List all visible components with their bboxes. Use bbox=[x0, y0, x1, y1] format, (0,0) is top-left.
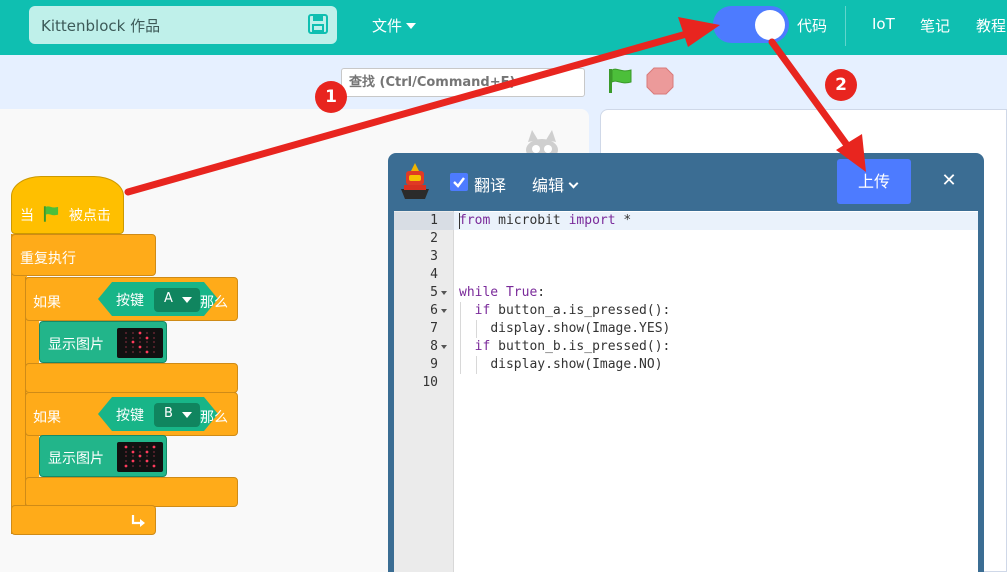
code-line: if button_a.is_pressed(): bbox=[474, 303, 671, 318]
forever-block-end bbox=[11, 505, 156, 535]
edit-menu-label: 编辑 bbox=[532, 176, 565, 195]
forever-block[interactable]: 重复执行 bbox=[11, 234, 156, 276]
green-flag-icon[interactable] bbox=[607, 67, 633, 95]
topbar-divider bbox=[845, 6, 846, 46]
translate-checkbox[interactable] bbox=[450, 173, 468, 191]
hat-prefix: 当 bbox=[20, 208, 34, 224]
search-input[interactable] bbox=[341, 68, 585, 97]
edit-menu[interactable]: 编辑 bbox=[532, 172, 579, 196]
line-number: 7 bbox=[430, 321, 438, 336]
toggle-knob bbox=[755, 10, 785, 40]
text-cursor bbox=[459, 213, 460, 229]
when-flag-clicked-block[interactable]: 当 被点击 bbox=[11, 176, 124, 234]
app-root: Kittenblock 作品 文件 代码 IoT 笔记 教程 查找 (Ctrl/… bbox=[0, 0, 1007, 572]
project-title-input[interactable]: Kittenblock 作品 bbox=[41, 15, 160, 36]
fold-arrow-icon[interactable] bbox=[441, 309, 447, 313]
caret-down-icon bbox=[182, 412, 192, 418]
line-number: 4 bbox=[430, 267, 438, 282]
sensor-label: 按键 bbox=[116, 408, 144, 424]
nav-iot[interactable]: IoT bbox=[872, 15, 895, 33]
code-mode-toggle[interactable] bbox=[713, 6, 789, 43]
step-badge-2: 2 bbox=[825, 69, 857, 101]
close-icon[interactable]: ✕ bbox=[936, 168, 962, 194]
code-text-area[interactable]: 1 2 3 4 5 6 7 8 9 10 from microbit impor… bbox=[394, 211, 978, 572]
file-menu[interactable]: 文件 bbox=[372, 15, 417, 36]
save-icon[interactable] bbox=[308, 14, 328, 34]
line-number: 9 bbox=[430, 357, 438, 372]
stop-icon[interactable] bbox=[646, 67, 674, 95]
chevron-down-icon bbox=[568, 178, 579, 189]
translate-label[interactable]: 翻译 bbox=[474, 172, 506, 196]
if-block-a[interactable]: 如果 按键 A 那么 bbox=[25, 277, 238, 321]
forever-label: 重复执行 bbox=[20, 251, 76, 267]
then-label: 那么 bbox=[200, 295, 228, 311]
code-line: display.show(Image.NO) bbox=[490, 357, 663, 372]
dropdown-value: A bbox=[164, 291, 173, 306]
upload-button[interactable]: 上传 bbox=[837, 159, 911, 204]
line-number: 2 bbox=[430, 231, 438, 246]
green-flag-icon bbox=[44, 206, 59, 222]
top-bar: Kittenblock 作品 文件 代码 IoT 笔记 教程 bbox=[0, 0, 1007, 55]
code-line: if button_b.is_pressed(): bbox=[474, 339, 671, 354]
line-number: 10 bbox=[422, 375, 438, 390]
show-image-block-b[interactable]: 显示图片 bbox=[39, 435, 167, 477]
show-image-label: 显示图片 bbox=[48, 337, 104, 353]
line-number: 1 bbox=[430, 213, 438, 228]
led-matrix-icon[interactable] bbox=[117, 328, 163, 358]
fold-arrow-icon[interactable] bbox=[441, 345, 447, 349]
hat-block-label: 当 被点击 bbox=[20, 205, 111, 225]
robot-logo-icon bbox=[401, 163, 429, 199]
if-block-b[interactable]: 如果 按键 B 那么 bbox=[25, 392, 238, 436]
step-badge-1: 1 bbox=[315, 81, 347, 113]
fold-arrow-icon[interactable] bbox=[441, 291, 447, 295]
code-toggle-label[interactable]: 代码 bbox=[797, 15, 827, 36]
show-image-block-a[interactable]: 显示图片 bbox=[39, 321, 167, 363]
button-dropdown[interactable]: A bbox=[154, 288, 200, 312]
hat-suffix: 被点击 bbox=[68, 208, 111, 224]
code-line: while True: bbox=[459, 285, 546, 300]
project-title-box[interactable]: Kittenblock 作品 bbox=[29, 6, 337, 44]
caret-down-icon bbox=[406, 23, 417, 29]
code-editor-window: 翻译 编辑 上传 ✕ 1 2 3 4 5 6 7 8 9 10 from mic… bbox=[388, 153, 984, 572]
caret-down-icon bbox=[182, 297, 192, 303]
editor-header: 翻译 编辑 上传 ✕ bbox=[388, 153, 984, 209]
code-line: display.show(Image.YES) bbox=[490, 321, 671, 336]
nav-tutorials[interactable]: 教程 bbox=[976, 15, 1006, 36]
line-number: 3 bbox=[430, 249, 438, 264]
show-image-label: 显示图片 bbox=[48, 451, 104, 467]
dropdown-value: B bbox=[164, 406, 173, 421]
if-label: 如果 bbox=[33, 295, 61, 311]
line-number: 8 bbox=[430, 339, 438, 354]
if-block-a-end bbox=[25, 363, 238, 393]
checkmark-icon bbox=[453, 177, 465, 188]
sensor-label: 按键 bbox=[116, 293, 144, 309]
button-dropdown[interactable]: B bbox=[154, 403, 200, 427]
code-line: from microbit import * bbox=[459, 213, 632, 228]
led-matrix-icon[interactable] bbox=[117, 442, 163, 472]
then-label: 那么 bbox=[200, 410, 228, 426]
line-number: 6 bbox=[430, 303, 438, 318]
line-number: 5 bbox=[430, 285, 438, 300]
loop-arrow-icon bbox=[131, 515, 145, 527]
file-menu-label: 文件 bbox=[372, 17, 403, 35]
nav-notes[interactable]: 笔记 bbox=[920, 15, 950, 36]
if-label: 如果 bbox=[33, 410, 61, 426]
if-block-b-end bbox=[25, 477, 238, 507]
